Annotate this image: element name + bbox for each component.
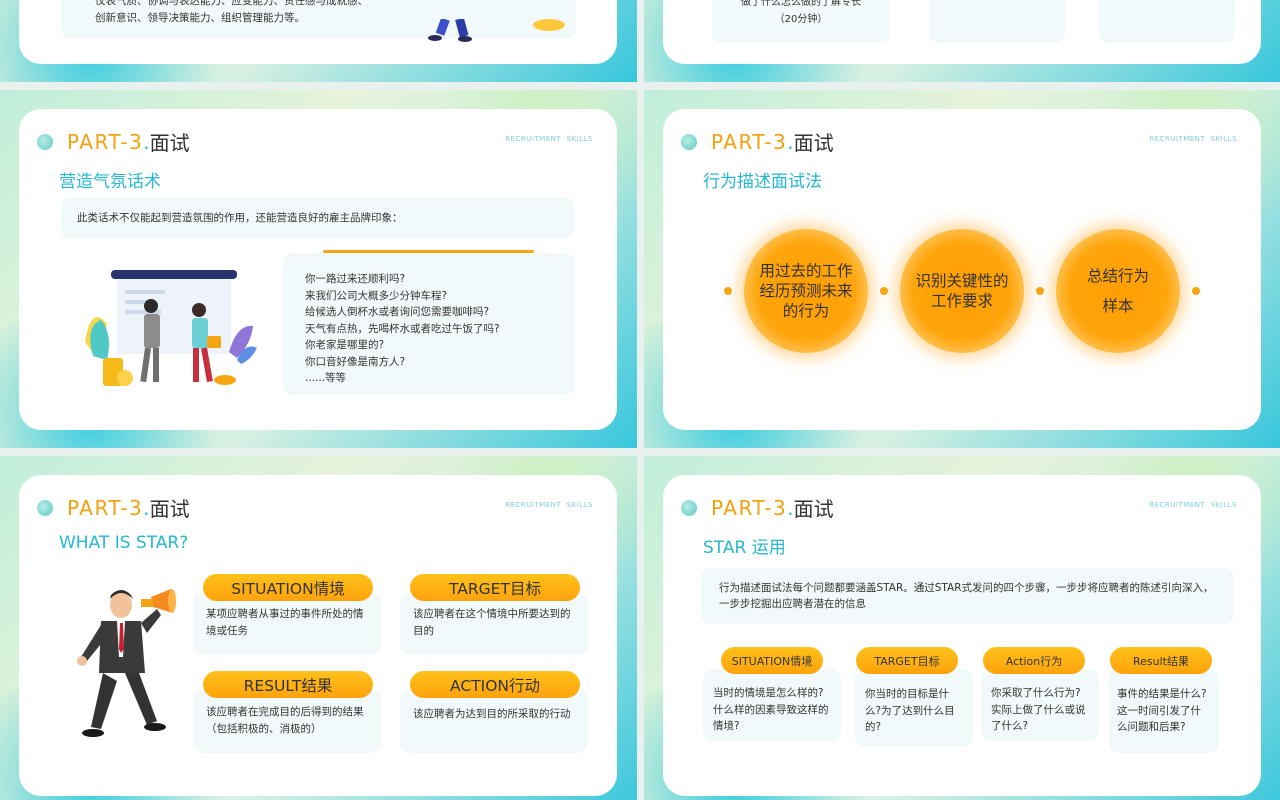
slide-card: PART-3. 面试 RECRUITMENT SKILLS WHAT IS STA…	[19, 475, 617, 796]
part-label: PART-3	[67, 495, 144, 520]
question-item: 你老家是哪里的?	[305, 339, 385, 351]
usage-box-target: 你当时的目标是什么?为了达到什么目的?	[855, 669, 973, 747]
connector-dot	[1192, 287, 1200, 295]
office-people-illustration	[85, 270, 257, 386]
slide-header: PART-3. 面试	[37, 493, 190, 522]
slide-header: PART-3. 面试	[681, 127, 834, 156]
step-box-3	[1099, 0, 1235, 43]
slide-header: PART-3. 面试	[37, 127, 190, 156]
section-subtitle: 营造气氛话术	[59, 172, 161, 192]
question-item: 来我们公司大概多少分钟车程?	[305, 289, 448, 302]
recruitment-skills-tag: RECRUITMENT SKILLS	[1149, 135, 1237, 143]
questions-box: 你一路过来还顺利吗? 来我们公司大概多少分钟车程? 给候选人倒杯水或者询问您需要…	[283, 253, 575, 395]
section-subtitle: WHAT IS STAR?	[59, 533, 189, 553]
megaphone-man-illustration	[77, 589, 176, 737]
part-label: PART-3	[711, 495, 788, 520]
part-label: PART-3	[711, 129, 788, 154]
qualities-box: 仪表气质、协调与表达能力、应变能力、责任感与成就感、 创新意识、领导决策能力、组…	[61, 0, 576, 39]
step-box-2	[929, 0, 1065, 43]
desc-result: 该应聘者在完成目的后得到的结果（包括积极的、消极的）	[206, 706, 364, 735]
slide-behavior-interview: PART-3. 面试 RECRUITMENT SKILLS 行为描述面试法 用过去…	[644, 90, 1280, 448]
usage-box-situation: 当时的情境是怎么样的?什么样的因素导致这样的情境?	[703, 669, 841, 741]
label-usage-result: Result结果	[1110, 647, 1212, 674]
slide-top-right: 做了什么怎么做的了解专长 （20分钟）	[644, 0, 1280, 82]
bullet-dot-icon	[681, 133, 697, 150]
method-circle-3: 总结行为 样本	[1056, 229, 1180, 353]
slide-card: PART-3. 面试 RECRUITMENT SKILLS 营造气氛话术 此类话术…	[19, 109, 617, 430]
slide-atmosphere: PART-3. 面试 RECRUITMENT SKILLS 营造气氛话术 此类话术…	[0, 90, 637, 448]
recruitment-skills-tag: RECRUITMENT SKILLS	[1149, 501, 1237, 509]
label-action: ACTION行动	[410, 671, 580, 698]
part-title: 面试	[149, 497, 190, 521]
method-circle-2: 识别关键性的 工作要求	[900, 229, 1024, 353]
part-title: 面试	[149, 131, 190, 155]
slide-card: PART-3. 面试 RECRUITMENT SKILLS STAR 运用 行为描…	[663, 475, 1261, 796]
question-item: ......等等	[305, 372, 347, 384]
part-title: 面试	[793, 131, 834, 155]
question-item: 天气有点热，先喝杯水或者吃过午饭了吗?	[305, 322, 500, 335]
slide-card: 做了什么怎么做的了解专长 （20分钟）	[663, 0, 1261, 64]
coin-illustration	[533, 19, 565, 31]
intro-text: 此类话术不仅能起到营造氛围的作用，还能营造良好的雇主品牌印象：	[77, 212, 403, 224]
recruitment-skills-tag: RECRUITMENT SKILLS	[505, 135, 593, 143]
section-subtitle: 行为描述面试法	[703, 172, 822, 192]
question-item: 给候选人倒杯水或者询问您需要咖啡吗?	[305, 306, 490, 318]
step-box-1: 做了什么怎么做的了解专长 （20分钟）	[712, 0, 890, 43]
section-subtitle: STAR 运用	[703, 538, 786, 558]
intro-box: 此类话术不仅能起到营造氛围的作用，还能营造良好的雇主品牌印象：	[61, 197, 574, 239]
intro-text: 行为描述面试法每个问题都要涵盖STAR。通过STAR式发问的四个步骤，一步步将应…	[719, 582, 1214, 610]
slide-card: 仪表气质、协调与表达能力、应变能力、责任感与成就感、 创新意识、领导决策能力、组…	[19, 0, 617, 64]
usage-box-result: 事件的结果是什么?这一时间引发了什么问题和后果?	[1109, 669, 1219, 753]
intro-box: 行为描述面试法每个问题都要涵盖STAR。通过STAR式发问的四个步骤，一步步将应…	[701, 568, 1234, 624]
label-usage-situation: SITUATION情境	[721, 647, 823, 674]
recruitment-skills-tag: RECRUITMENT SKILLS	[505, 501, 593, 509]
connector-dot	[724, 287, 732, 295]
desc-action: 该应聘者为达到目的所采取的行动	[413, 708, 571, 720]
method-circle-1: 用过去的工作 经历预测未来 的行为	[744, 229, 868, 353]
label-result: RESULT结果	[203, 671, 373, 698]
slide-card: PART-3. 面试 RECRUITMENT SKILLS 行为描述面试法 用过去…	[663, 109, 1261, 430]
slide-header: PART-3. 面试	[681, 493, 834, 522]
step-line-1: 做了什么怎么做的了解专长	[741, 0, 861, 8]
label-situation: SITUATION情境	[203, 574, 373, 601]
qualities-line-1: 仪表气质、协调与表达能力、应变能力、责任感与成就感、	[95, 0, 368, 7]
part-title: 面试	[793, 497, 834, 521]
slide-top-left: 仪表气质、协调与表达能力、应变能力、责任感与成就感、 创新意识、领导决策能力、组…	[0, 0, 637, 82]
slide-what-is-star: PART-3. 面试 RECRUITMENT SKILLS WHAT IS STA…	[0, 456, 637, 800]
usage-box-action: 你采取了什么行为? 实际上做了什么或说了什么?	[981, 669, 1099, 741]
question-item: 你一路过来还顺利吗?	[305, 273, 406, 285]
label-usage-target: TARGET目标	[856, 647, 958, 674]
connector-dot	[880, 287, 888, 295]
desc-situation: 某项应聘者从事过的事件所处的情境或任务	[206, 608, 364, 637]
label-usage-action: Action行为	[983, 647, 1085, 674]
label-target: TARGET目标	[410, 574, 580, 601]
bullet-dot-icon	[37, 133, 53, 150]
bullet-dot-icon	[37, 499, 53, 516]
slide-star-usage: PART-3. 面试 RECRUITMENT SKILLS STAR 运用 行为描…	[644, 456, 1280, 800]
part-label: PART-3	[67, 129, 144, 154]
question-item: 你口音好像是南方人?	[305, 355, 406, 368]
walking-person-illustration	[428, 19, 472, 42]
desc-target: 该应聘者在这个情境中所要达到的目的	[413, 608, 571, 637]
bullet-dot-icon	[681, 499, 697, 516]
step-line-2: （20分钟）	[774, 13, 828, 25]
connector-dot	[1036, 287, 1044, 295]
